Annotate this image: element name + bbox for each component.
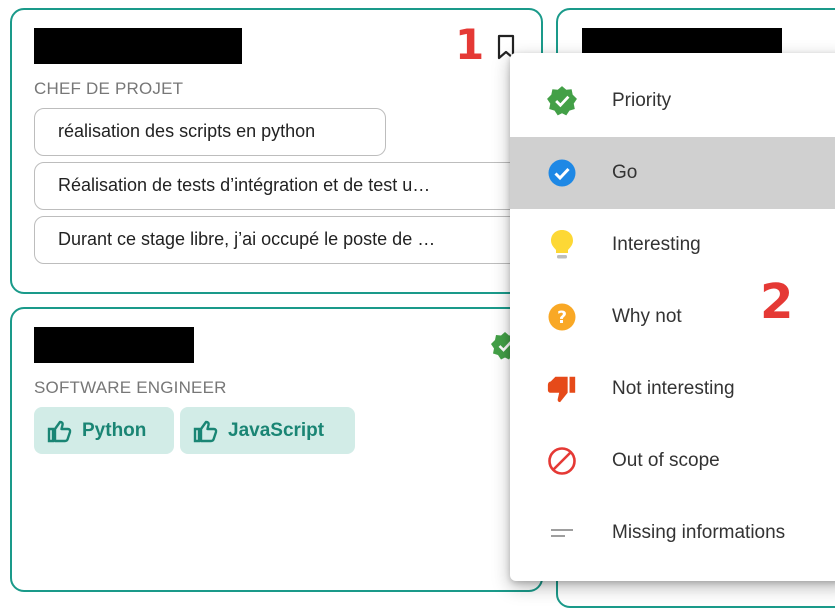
lightbulb-icon [551,230,573,259]
skill-chip-javascript[interactable]: JavaScript [180,407,355,454]
experience-chip[interactable]: Durant ce stage libre, j’ai occupé le po… [34,216,524,264]
menu-item-label: Missing informations [612,522,786,543]
menu-item-go[interactable]: Go [510,137,835,209]
annotation-number-1: 1 [455,20,485,69]
experience-chip[interactable]: Réalisation de tests d’intégration et de… [34,162,524,210]
menu-item-priority[interactable]: Priority [510,65,835,137]
question-circle-icon: ? [548,303,576,331]
menu-item-not-interesting[interactable]: Not interesting [510,353,835,425]
redacted-name [34,28,242,64]
menu-item-missing-informations[interactable]: Missing informations [510,497,835,569]
menu-item-out-of-scope[interactable]: Out of scope [510,425,835,497]
skill-label: JavaScript [228,420,325,441]
menu-item-label: Why not [612,306,682,327]
job-title: SOFTWARE ENGINEER [34,378,227,397]
thumb-up-icon [193,420,218,442]
thumb-down-icon [547,376,576,403]
block-icon [548,447,576,475]
check-circle-icon [548,159,576,187]
dash-icon [551,529,573,537]
svg-text:?: ? [557,308,567,328]
menu-item-label: Priority [612,90,672,111]
menu-item-label: Interesting [612,234,701,255]
menu-item-label: Not interesting [612,378,735,399]
annotation-number-2: 2 [760,274,794,330]
skill-label: Python [82,420,147,441]
skill-chip-python[interactable]: Python [34,407,174,454]
menu-item-label: Out of scope [612,450,720,471]
candidate-card[interactable]: SOFTWARE ENGINEER Python JavaScript [10,307,543,592]
menu-item-label: Go [612,162,638,183]
job-title: CHEF DE PROJET [34,79,184,98]
redacted-name [34,327,194,363]
experience-chip[interactable]: réalisation des scripts en python [34,108,386,156]
verified-badge-icon [547,86,577,116]
thumb-up-icon [47,420,72,442]
menu-item-interesting[interactable]: Interesting [510,209,835,281]
